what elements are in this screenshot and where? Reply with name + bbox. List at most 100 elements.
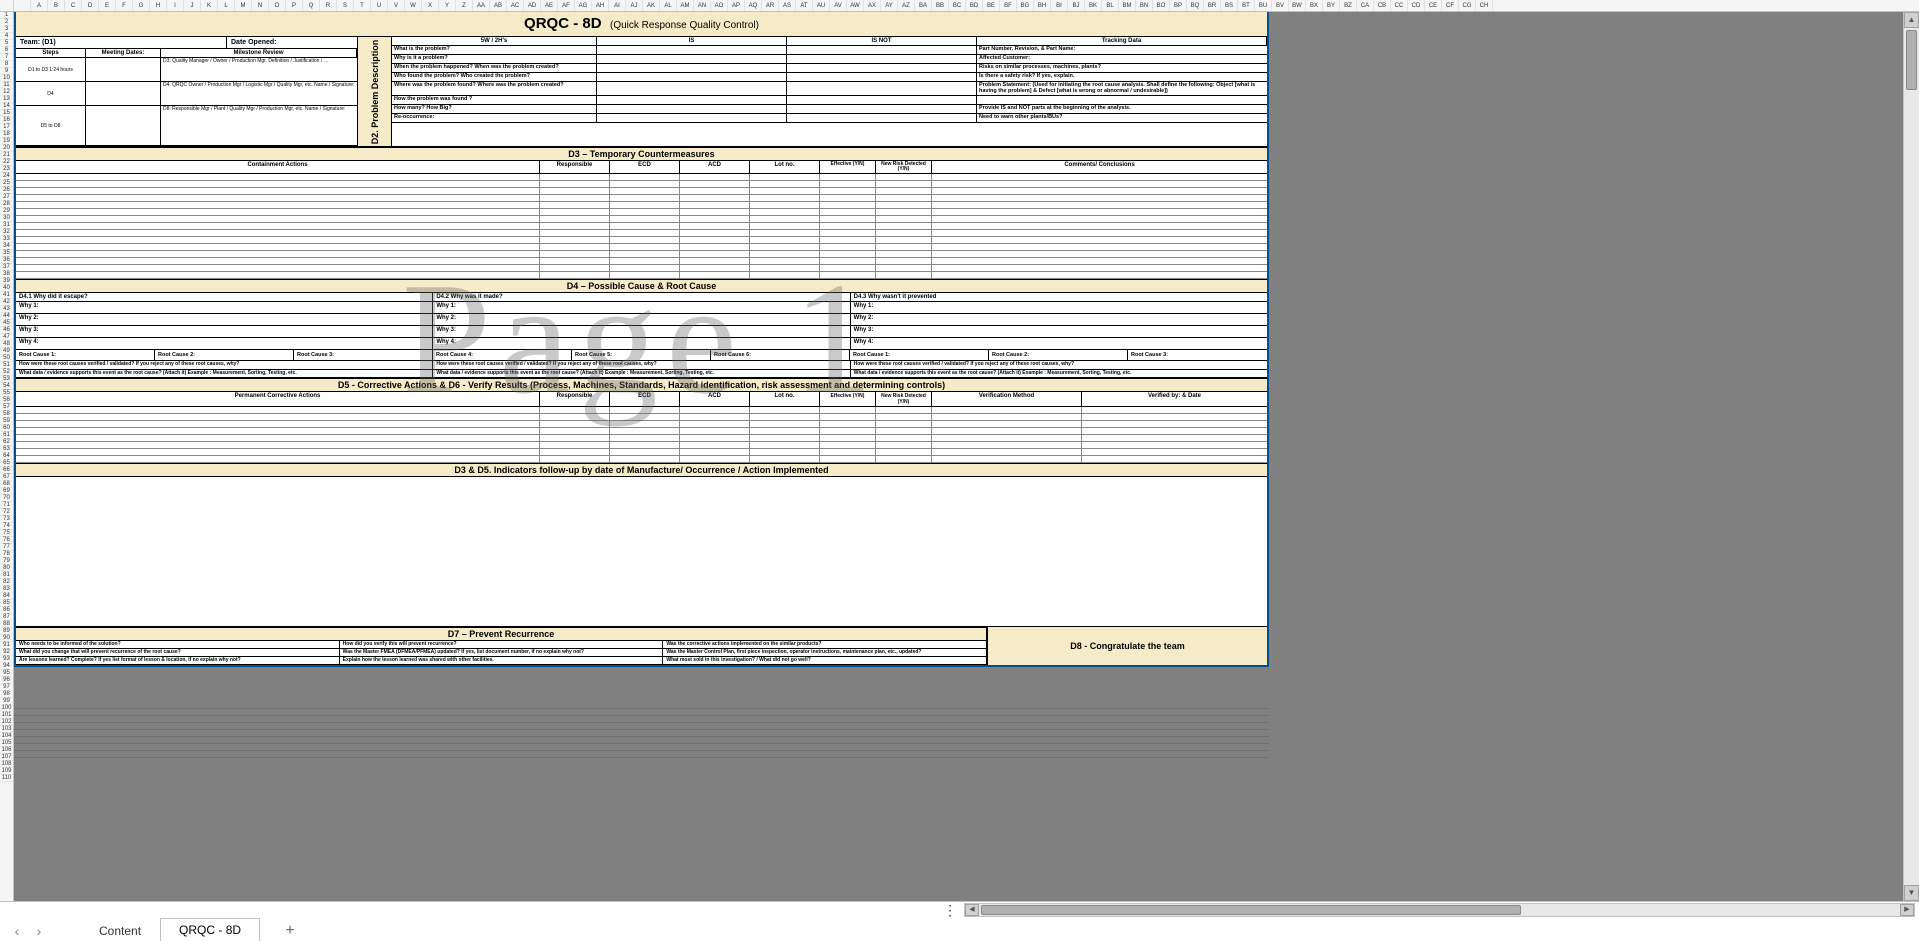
- vertical-scrollbar[interactable]: ▲ ▼: [1903, 12, 1919, 901]
- d3-row[interactable]: [16, 265, 1267, 272]
- d3-header: D3 – Temporary Countermeasures: [16, 147, 1267, 161]
- d5-body[interactable]: [16, 407, 1267, 463]
- d4-why-cell[interactable]: Why 2:: [433, 314, 850, 326]
- d1-team-box: Team: (D1) Date Opened: Steps Meeting Da…: [16, 37, 358, 146]
- d8-box: D8 - Congratulate the team: [987, 627, 1267, 665]
- d2-trk-3: Is there a safety risk? If yes, explain.: [977, 73, 1267, 82]
- d5-row[interactable]: [16, 435, 1267, 442]
- d4-why-cell[interactable]: Why 2:: [16, 314, 433, 326]
- d4-why-cell[interactable]: Why 3:: [433, 326, 850, 338]
- d2-q-2: When the problem happened? When was the …: [392, 64, 597, 73]
- d4-root-8: Root Cause 3:: [1128, 350, 1267, 361]
- d4-header: D4 – Possible Cause & Root Cause: [16, 279, 1267, 293]
- tab-content[interactable]: Content: [80, 919, 160, 941]
- d2-grid: 5W / 2H's IS IS NOT Tracking Data What i…: [392, 37, 1267, 146]
- d1-col-dates: Meeting Dates:: [86, 49, 161, 58]
- d4-root-0: Root Cause 1:: [16, 350, 155, 361]
- scroll-up-icon[interactable]: ▲: [1904, 12, 1919, 28]
- d3-row[interactable]: [16, 174, 1267, 181]
- d2-trk-5: [977, 96, 1267, 105]
- d5-columns: Permanent Corrective Actions Responsible…: [16, 392, 1267, 407]
- tab-nav-first-icon[interactable]: ‹: [6, 920, 28, 941]
- d3-row[interactable]: [16, 230, 1267, 237]
- worksheet[interactable]: QRQC - 8D (Quick Response Quality Contro…: [14, 12, 1269, 667]
- d2-q-4: Where was the problem found? Where was t…: [392, 82, 597, 96]
- d5-row[interactable]: [16, 456, 1267, 463]
- d7-cell-2-0: Are lessons learned? Complete? If yes li…: [16, 657, 340, 664]
- d2-q-1: Why is it a problem?: [392, 55, 597, 64]
- d4-why-cell[interactable]: Why 1:: [16, 302, 433, 314]
- d2-q-7: Re-occurrence:: [392, 114, 597, 123]
- d4-head-1: D4.2 Why was it made?: [433, 293, 850, 301]
- d5-row[interactable]: [16, 421, 1267, 428]
- d4-q2-a: What data / evidence supports this event…: [16, 370, 433, 379]
- d3-row[interactable]: [16, 223, 1267, 230]
- d3-row[interactable]: [16, 258, 1267, 265]
- d3-row[interactable]: [16, 181, 1267, 188]
- d4-q1-b: How were these root causes verified / va…: [433, 361, 850, 370]
- d1-date-opened-label: Date Opened:: [227, 37, 357, 49]
- d2-trk-0: Part Number, Revision, & Part Name:: [977, 46, 1267, 55]
- tab-nav-prev-icon[interactable]: ›: [28, 920, 50, 941]
- d2-hdr-5w2h: 5W / 2H's: [392, 37, 597, 46]
- d2-hdr-is: IS: [597, 37, 787, 46]
- d4-q1-a: How were these root causes verified / va…: [16, 361, 433, 370]
- d3-row[interactable]: [16, 209, 1267, 216]
- d1-mr-2: D8: Responsible Mgr / Plant / Quality Mg…: [161, 106, 357, 146]
- d4-why-cell[interactable]: Why 1:: [851, 302, 1267, 314]
- horizontal-scrollbar[interactable]: ◀ ▶: [964, 903, 1915, 917]
- d8-title: D8 - Congratulate the team: [1070, 641, 1185, 651]
- vscroll-thumb[interactable]: [1906, 30, 1917, 90]
- d3-columns: Containment Actions Responsible ECD ACD …: [16, 161, 1267, 174]
- d3-row[interactable]: [16, 272, 1267, 279]
- d5-row[interactable]: [16, 442, 1267, 449]
- scroll-down-icon[interactable]: ▼: [1904, 885, 1919, 901]
- d7-cell-2-2: What most sold in this investigation? / …: [663, 657, 987, 664]
- d3-row[interactable]: [16, 216, 1267, 223]
- d7-cell-0-2: Was the corrective actions implemented o…: [663, 641, 987, 648]
- d7-cell-1-1: Was the Master FMEA (DFMEA/PFMEA) update…: [340, 649, 664, 656]
- scroll-left-icon[interactable]: ◀: [965, 904, 979, 916]
- scroll-right-icon[interactable]: ▶: [1900, 904, 1914, 916]
- d5-row[interactable]: [16, 449, 1267, 456]
- indicators-header: D3 & D5. Indicators follow-up by date of…: [16, 463, 1267, 477]
- d4-why-cell[interactable]: Why 2:: [851, 314, 1267, 326]
- d5-row[interactable]: [16, 414, 1267, 421]
- d4-why-cell[interactable]: Why 4:: [433, 338, 850, 350]
- hscroll-thumb[interactable]: [981, 905, 1521, 915]
- d3-row[interactable]: [16, 202, 1267, 209]
- d5-row[interactable]: [16, 428, 1267, 435]
- d5-row[interactable]: [16, 407, 1267, 414]
- sheet-menu-icon[interactable]: ⋮: [940, 902, 960, 919]
- d3-row[interactable]: [16, 188, 1267, 195]
- d4-why-cell[interactable]: Why 1:: [433, 302, 850, 314]
- d7-rows: Who needs to be informed of the solution…: [16, 641, 987, 665]
- d7-cell-0-1: How did you verify this will prevent rec…: [340, 641, 664, 648]
- d2-q-6: How many? How Big?: [392, 105, 597, 114]
- d4-why-cell[interactable]: Why 3:: [851, 326, 1267, 338]
- d7-cell-1-0: What did you change that will prevent re…: [16, 649, 340, 656]
- indicators-chart-area[interactable]: [16, 477, 1267, 627]
- d3-row[interactable]: [16, 195, 1267, 202]
- title-sub: (Quick Response Quality Control): [610, 20, 759, 31]
- column-headers[interactable]: ABCDEFGHIJKLMNOPQRSTUVWXYZAAABACADAEAFAG…: [0, 0, 1919, 12]
- d3-row[interactable]: [16, 251, 1267, 258]
- d4-why-cell[interactable]: Why 4:: [851, 338, 1267, 350]
- d7-cell-2-1: Explain how the lesson learned was share…: [340, 657, 664, 664]
- page-title: QRQC - 8D (Quick Response Quality Contro…: [16, 12, 1267, 37]
- d4-why-cell[interactable]: Why 3:: [16, 326, 433, 338]
- d3-row[interactable]: [16, 244, 1267, 251]
- d3-row[interactable]: [16, 237, 1267, 244]
- add-sheet-icon[interactable]: +: [278, 922, 302, 940]
- d4-head-0: D4.1 Why did it escape?: [16, 293, 433, 301]
- d4-roots: Root Cause 1:Root Cause 2:Root Cause 3:R…: [16, 350, 1267, 361]
- d4-why-cell[interactable]: Why 4:: [16, 338, 433, 350]
- d4-q2-c: What data / evidence supports this event…: [851, 370, 1267, 379]
- d4-root-4: Root Cause 5:: [572, 350, 711, 361]
- row-headers[interactable]: 1234567891011121314151617181920212223242…: [0, 12, 14, 901]
- d3-body[interactable]: [16, 174, 1267, 279]
- sheet-tabs: ‹ › Content QRQC - 8D +: [0, 918, 1919, 941]
- d4-root-2: Root Cause 3:: [294, 350, 433, 361]
- d7-header: D7 – Prevent Recurrence: [16, 627, 987, 641]
- tab-qrqc-8d[interactable]: QRQC - 8D: [160, 918, 260, 941]
